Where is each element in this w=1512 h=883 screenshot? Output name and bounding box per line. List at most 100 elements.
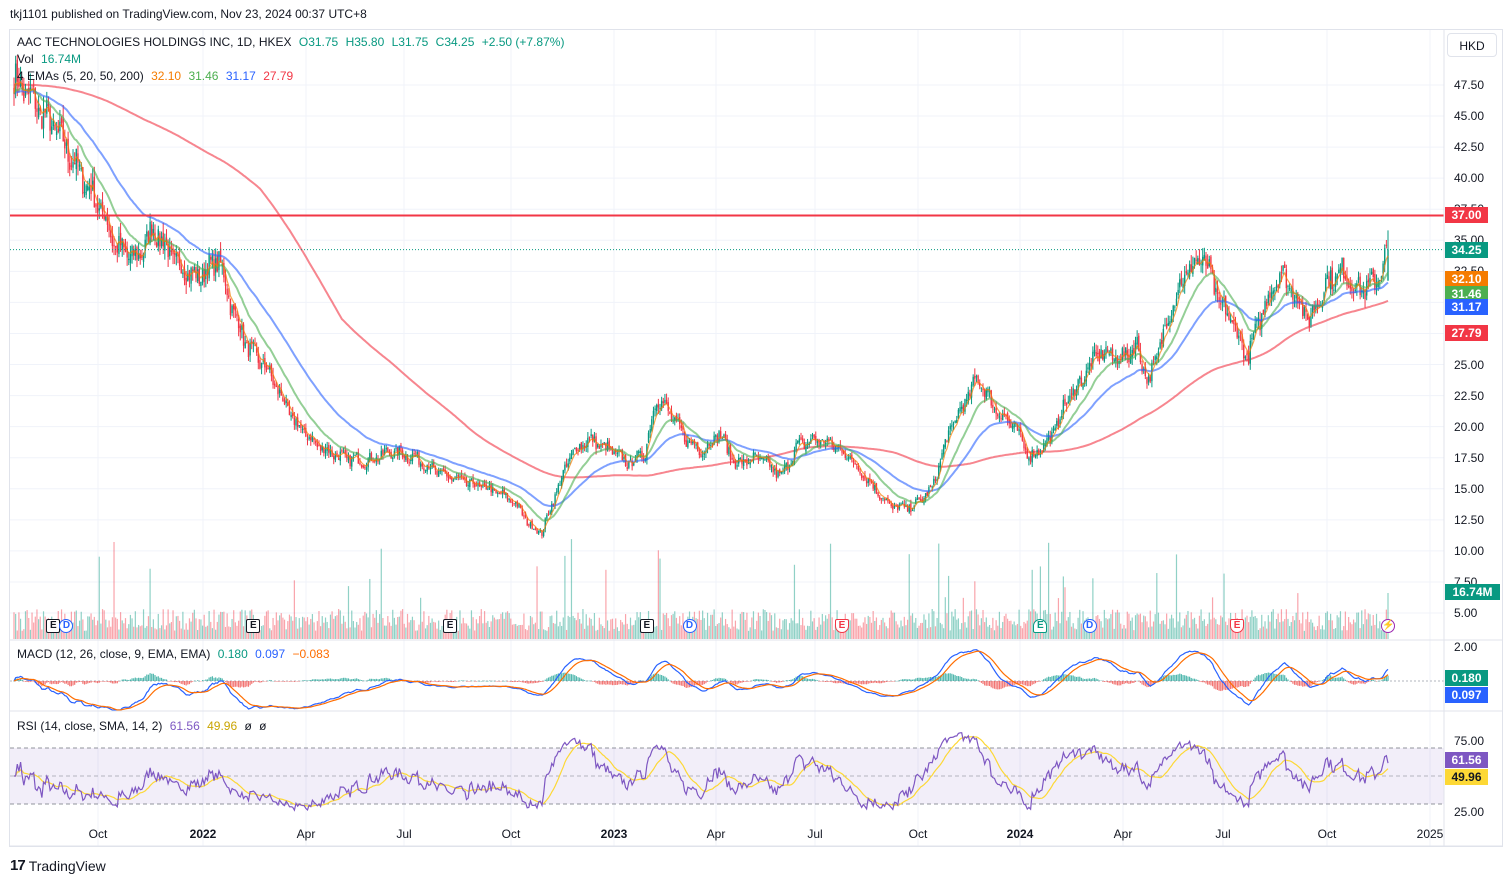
rsi-extra-1: ø — [244, 719, 252, 733]
volume-bar — [746, 612, 748, 639]
macd-hist-bar — [364, 680, 366, 682]
candle-body — [1282, 265, 1284, 271]
earnings-icon[interactable]: E — [46, 619, 61, 633]
macd-hist-bar — [239, 681, 241, 688]
volume-bar — [551, 615, 553, 639]
volume-bar — [347, 586, 350, 639]
earnings-icon[interactable]: E — [639, 619, 654, 633]
volume-bar — [288, 614, 291, 639]
dividend-icon[interactable]: D — [682, 619, 697, 633]
macd-hist-bar — [244, 681, 246, 688]
volume-bar — [338, 609, 340, 639]
volume-bar — [957, 618, 960, 639]
macd-hist-bar — [1372, 679, 1374, 681]
macd-hist-bar — [972, 678, 974, 681]
volume-bar — [465, 623, 468, 639]
macd-hist-bar — [711, 680, 714, 681]
volume-value: 16.74M — [41, 52, 82, 66]
macd-hist-bar — [67, 681, 69, 686]
volume-label[interactable]: Vol — [17, 52, 34, 66]
bolt-icon[interactable]: ⚡ — [1381, 619, 1395, 633]
earnings-icon[interactable]: E — [443, 619, 458, 633]
rsi-legend[interactable]: RSI (14, close, SMA, 14, 2) 61.56 49.96 … — [17, 719, 271, 733]
volume-bar — [1156, 573, 1158, 639]
candle-body — [965, 399, 968, 401]
candle-body — [980, 387, 983, 389]
chart-canvas[interactable] — [0, 0, 1512, 883]
dividend-icon[interactable]: D — [1082, 619, 1097, 633]
macd-hist-bar — [538, 681, 540, 683]
macd-hist-bar — [1218, 681, 1220, 691]
macd-hist-bar — [78, 681, 81, 682]
volume-bar — [741, 611, 743, 639]
volume-bar — [947, 575, 950, 639]
volume-bar — [1330, 613, 1332, 639]
macd-hist-bar — [764, 679, 766, 681]
ema-legend[interactable]: 4 EMAs (5, 20, 50, 200) 32.10 31.46 31.1… — [17, 69, 297, 83]
volume-bar — [364, 611, 366, 639]
volume-legend[interactable]: Vol 16.74M — [17, 52, 85, 66]
macd-hist-bar — [64, 681, 66, 684]
volume-bar — [411, 616, 414, 639]
macd-hist-bar — [774, 681, 776, 683]
volume-bar — [1016, 623, 1019, 639]
symbol-name[interactable]: AAC TECHNOLOGIES HOLDINGS INC, 1D, HKEX — [17, 35, 292, 49]
macd-hist-bar — [254, 681, 256, 682]
tag-volume: 16.74M — [1445, 584, 1500, 600]
volume-bar — [423, 611, 425, 639]
volume-bar — [1161, 620, 1163, 639]
volume-bar — [1011, 624, 1014, 639]
volume-bar — [270, 630, 273, 639]
volume-bar — [282, 617, 284, 639]
volume-bar — [861, 627, 863, 639]
volume-bar — [800, 625, 802, 639]
volume-bar — [234, 622, 236, 639]
earnings-icon[interactable]: E — [1033, 619, 1048, 633]
ema-label[interactable]: 4 EMAs (5, 20, 50, 200) — [17, 69, 144, 83]
volume-bar — [1138, 614, 1140, 639]
volume-bar — [1077, 617, 1079, 639]
volume-bar — [710, 614, 712, 639]
macd-hist-bar — [1120, 681, 1122, 686]
macd-hist-bar — [480, 680, 482, 682]
price-legend[interactable]: AAC TECHNOLOGIES HOLDINGS INC, 1D, HKEX … — [17, 35, 568, 49]
macd-hist-bar — [101, 681, 104, 682]
tag-macd: 0.180 — [1445, 670, 1488, 686]
macd-hist-bar — [1139, 681, 1142, 683]
volume-bar — [1098, 618, 1101, 639]
candle-body — [298, 425, 300, 427]
volume-bar — [1313, 626, 1315, 639]
macd-legend[interactable]: MACD (12, 26, close, 9, EMA, EMA) 0.180 … — [17, 647, 334, 661]
candle-body — [337, 458, 340, 460]
macd-hist-bar — [487, 680, 489, 682]
volume-bar — [511, 624, 514, 639]
volume-bar — [323, 622, 325, 639]
price-tick: 20.00 — [1454, 419, 1485, 434]
earnings-icon[interactable]: E — [835, 619, 849, 633]
candle-body — [1165, 324, 1168, 329]
candle-body — [57, 128, 59, 132]
volume-bar — [938, 543, 940, 639]
candle-body — [70, 165, 73, 167]
volume-bar — [984, 622, 986, 639]
tradingview-logo[interactable]: 17 TradingView — [10, 857, 106, 874]
macd-label[interactable]: MACD (12, 26, close, 9, EMA, EMA) — [17, 647, 210, 661]
macd-hist-bar — [339, 678, 341, 681]
macd-hist-bar — [1077, 676, 1079, 681]
volume-bar — [279, 615, 281, 639]
macd-hist-bar — [810, 679, 812, 681]
macd-hist-bar — [1320, 680, 1322, 682]
candle-body — [1288, 288, 1291, 290]
rsi-label[interactable]: RSI (14, close, SMA, 14, 2) — [17, 719, 162, 733]
volume-bar — [747, 630, 750, 639]
candle-body — [1056, 420, 1058, 426]
earnings-icon[interactable]: E — [246, 619, 261, 633]
candle-body — [1351, 287, 1353, 291]
macd-hist-bar — [98, 681, 100, 683]
volume-bar — [480, 609, 482, 639]
macd-hist-bar — [610, 681, 612, 685]
volume-bar — [1338, 617, 1340, 639]
volume-bar — [1007, 618, 1009, 639]
volume-bar — [1310, 619, 1312, 639]
currency-button[interactable]: HKD — [1447, 33, 1497, 57]
